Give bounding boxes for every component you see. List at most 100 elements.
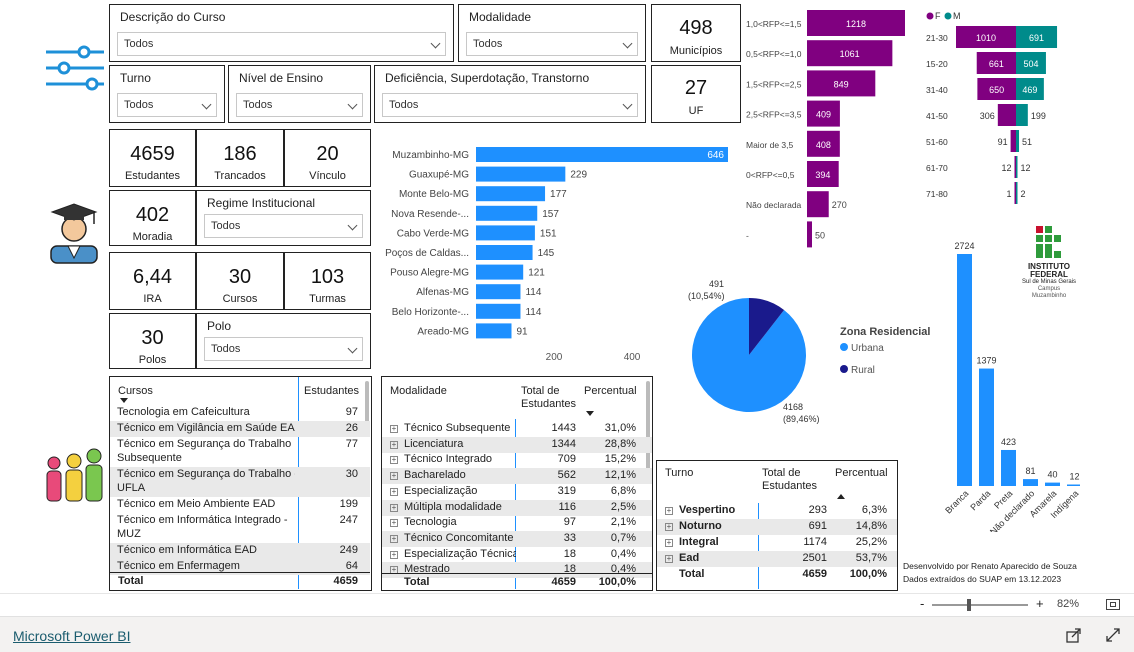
table-row[interactable]: + Técnico Integrado 709 15,2%	[382, 452, 652, 468]
table-row[interactable]: + Bacharelado 562 12,1%	[382, 468, 652, 485]
bar[interactable]	[957, 254, 972, 486]
polo-dropdown[interactable]: Todos	[204, 337, 363, 361]
expand-icon[interactable]: +	[390, 472, 398, 481]
modalidade-dropdown[interactable]: Todos	[466, 32, 638, 56]
table-row[interactable]: + Especialização Técnica 18 0,4%	[382, 547, 652, 563]
bar[interactable]	[476, 166, 566, 182]
bar[interactable]	[1067, 484, 1082, 487]
table-row[interactable]: + Tecnologia 97 2,1%	[382, 515, 652, 531]
turno-dropdown[interactable]: Todos	[117, 93, 217, 117]
bar[interactable]	[807, 221, 812, 248]
turno-filter[interactable]: Turno Todos	[109, 65, 225, 123]
table-row[interactable]: Técnico em Informática EAD 249	[110, 543, 370, 559]
bar-m[interactable]	[1016, 130, 1020, 152]
table-row[interactable]: Subsequente	[110, 451, 370, 467]
cursos-header-estudantes[interactable]: Estudantes	[304, 385, 359, 397]
bar-f[interactable]	[997, 104, 1016, 126]
bar-m[interactable]	[1016, 156, 1018, 178]
institute-logo: INSTITUTO FEDERAL Sul de Minas Gerais Ca…	[1018, 226, 1080, 302]
fullscreen-icon[interactable]	[1105, 627, 1121, 648]
expand-icon[interactable]: +	[390, 487, 398, 496]
table-row[interactable]: Técnico em Meio Ambiente EAD 199	[110, 497, 370, 513]
zoom-slider-track[interactable]	[932, 604, 1028, 606]
expand-icon[interactable]: +	[665, 539, 673, 547]
table-row[interactable]: Técnico em Segurança do Trabalho 77	[110, 437, 370, 451]
bar-f[interactable]	[1014, 182, 1017, 204]
bar[interactable]	[476, 245, 533, 260]
table-row[interactable]: + Ead 2501 53,7%	[657, 551, 897, 567]
table-row[interactable]: Técnico em Vigilância em Saúde EAD 26	[110, 421, 370, 437]
zoom-slider-thumb[interactable]	[967, 599, 971, 611]
expand-icon[interactable]: +	[665, 523, 673, 531]
modalidade-header-percentual[interactable]: Percentual	[584, 385, 637, 397]
turno-table[interactable]: Turno Total de Estudantes Percentual + Ve…	[656, 460, 898, 591]
cursos-header-curso[interactable]: Cursos	[118, 385, 153, 397]
bar-m[interactable]	[1016, 104, 1028, 126]
bar[interactable]	[979, 368, 994, 486]
turno-header-percentual[interactable]: Percentual	[835, 467, 888, 479]
expand-icon[interactable]: +	[665, 507, 673, 515]
bar-f[interactable]	[1014, 156, 1017, 178]
regime-dropdown[interactable]: Todos	[204, 214, 363, 238]
bar[interactable]	[1045, 482, 1060, 486]
expand-icon[interactable]: +	[390, 503, 398, 512]
share-icon[interactable]	[1066, 627, 1082, 648]
table-row[interactable]: MUZ	[110, 527, 370, 543]
bar[interactable]	[476, 225, 535, 241]
table-row[interactable]: + Técnico Subsequente 1443 31,0%	[382, 421, 652, 437]
table-row[interactable]: Técnico em Segurança do Trabalho - 30	[110, 467, 370, 481]
regime-filter[interactable]: Regime Institucional Todos	[196, 190, 371, 246]
bar[interactable]	[476, 303, 521, 319]
modalidade-header-total[interactable]: Total de Estudantes	[521, 385, 581, 411]
deficiencia-filter[interactable]: Deficiência, Superdotação, Transtorno To…	[374, 65, 646, 123]
table-row[interactable]: UFLA	[110, 481, 370, 497]
expand-icon[interactable]: +	[665, 555, 673, 563]
modalidade-header-modalidade[interactable]: Modalidade	[390, 385, 447, 397]
curso-filter[interactable]: Descrição do Curso Todos	[109, 4, 454, 62]
table-row[interactable]: + Vespertino 293 6,3%	[657, 503, 897, 519]
bar[interactable]	[1023, 479, 1038, 486]
deficiencia-dropdown[interactable]: Todos	[382, 93, 638, 117]
table-row[interactable]: + Técnico Concomitante 33 0,7%	[382, 530, 652, 547]
modalidade-total-value: 4659	[551, 576, 576, 588]
bar[interactable]	[476, 264, 524, 280]
expand-icon[interactable]: +	[390, 519, 398, 528]
expand-icon[interactable]: +	[390, 456, 398, 465]
table-row[interactable]: + Múltipla modalidade 116 2,5%	[382, 499, 652, 516]
modalidade-filter[interactable]: Modalidade Todos	[458, 4, 646, 62]
bar[interactable]	[1001, 449, 1016, 486]
polo-filter[interactable]: Polo Todos	[196, 313, 371, 369]
fit-page-icon[interactable]	[1106, 599, 1120, 610]
bar-f[interactable]	[1010, 130, 1016, 152]
zoom-out-button[interactable]: -	[920, 596, 924, 611]
bar[interactable]	[476, 284, 521, 300]
nivel-filter[interactable]: Nível de Ensino Todos	[228, 65, 371, 123]
bar[interactable]	[476, 205, 538, 221]
bar-m[interactable]	[1016, 182, 1018, 204]
curso-dropdown[interactable]: Todos	[117, 32, 446, 56]
expand-icon[interactable]: +	[390, 550, 398, 559]
expand-icon[interactable]: +	[390, 534, 398, 543]
table-row[interactable]: + Especialização 319 6,8%	[382, 484, 652, 500]
table-row[interactable]: + Licenciatura 1344 28,8%	[382, 436, 652, 453]
nivel-dropdown[interactable]: Todos	[236, 93, 363, 117]
zoom-in-button[interactable]: +	[1036, 596, 1044, 611]
bar[interactable]	[807, 191, 829, 218]
turno-header-turno[interactable]: Turno	[665, 467, 693, 479]
bar[interactable]	[476, 186, 546, 202]
cursos-table[interactable]: Cursos Estudantes Tecnologia em Cafeicul…	[109, 376, 372, 591]
bar[interactable]	[476, 323, 512, 339]
turno-header-total[interactable]: Total de Estudantes	[762, 467, 830, 493]
expand-icon[interactable]: +	[390, 425, 398, 433]
table-row[interactable]: Técnico em Informática Integrado - 247	[110, 513, 370, 527]
category-label: 21-30	[926, 33, 948, 43]
regime-dropdown-value: Todos	[211, 220, 241, 232]
modalidade-table[interactable]: Modalidade Total de Estudantes Percentua…	[381, 376, 653, 591]
bar[interactable]	[476, 147, 728, 162]
table-row[interactable]: + Noturno 691 14,8%	[657, 519, 897, 535]
expand-icon[interactable]: +	[390, 440, 398, 449]
table-row[interactable]: Tecnologia em Cafeicultura 97	[110, 405, 370, 421]
data-label: 12	[1069, 472, 1079, 482]
power-bi-link[interactable]: Microsoft Power BI	[13, 628, 130, 644]
table-row[interactable]: + Integral 1174 25,2%	[657, 535, 897, 551]
